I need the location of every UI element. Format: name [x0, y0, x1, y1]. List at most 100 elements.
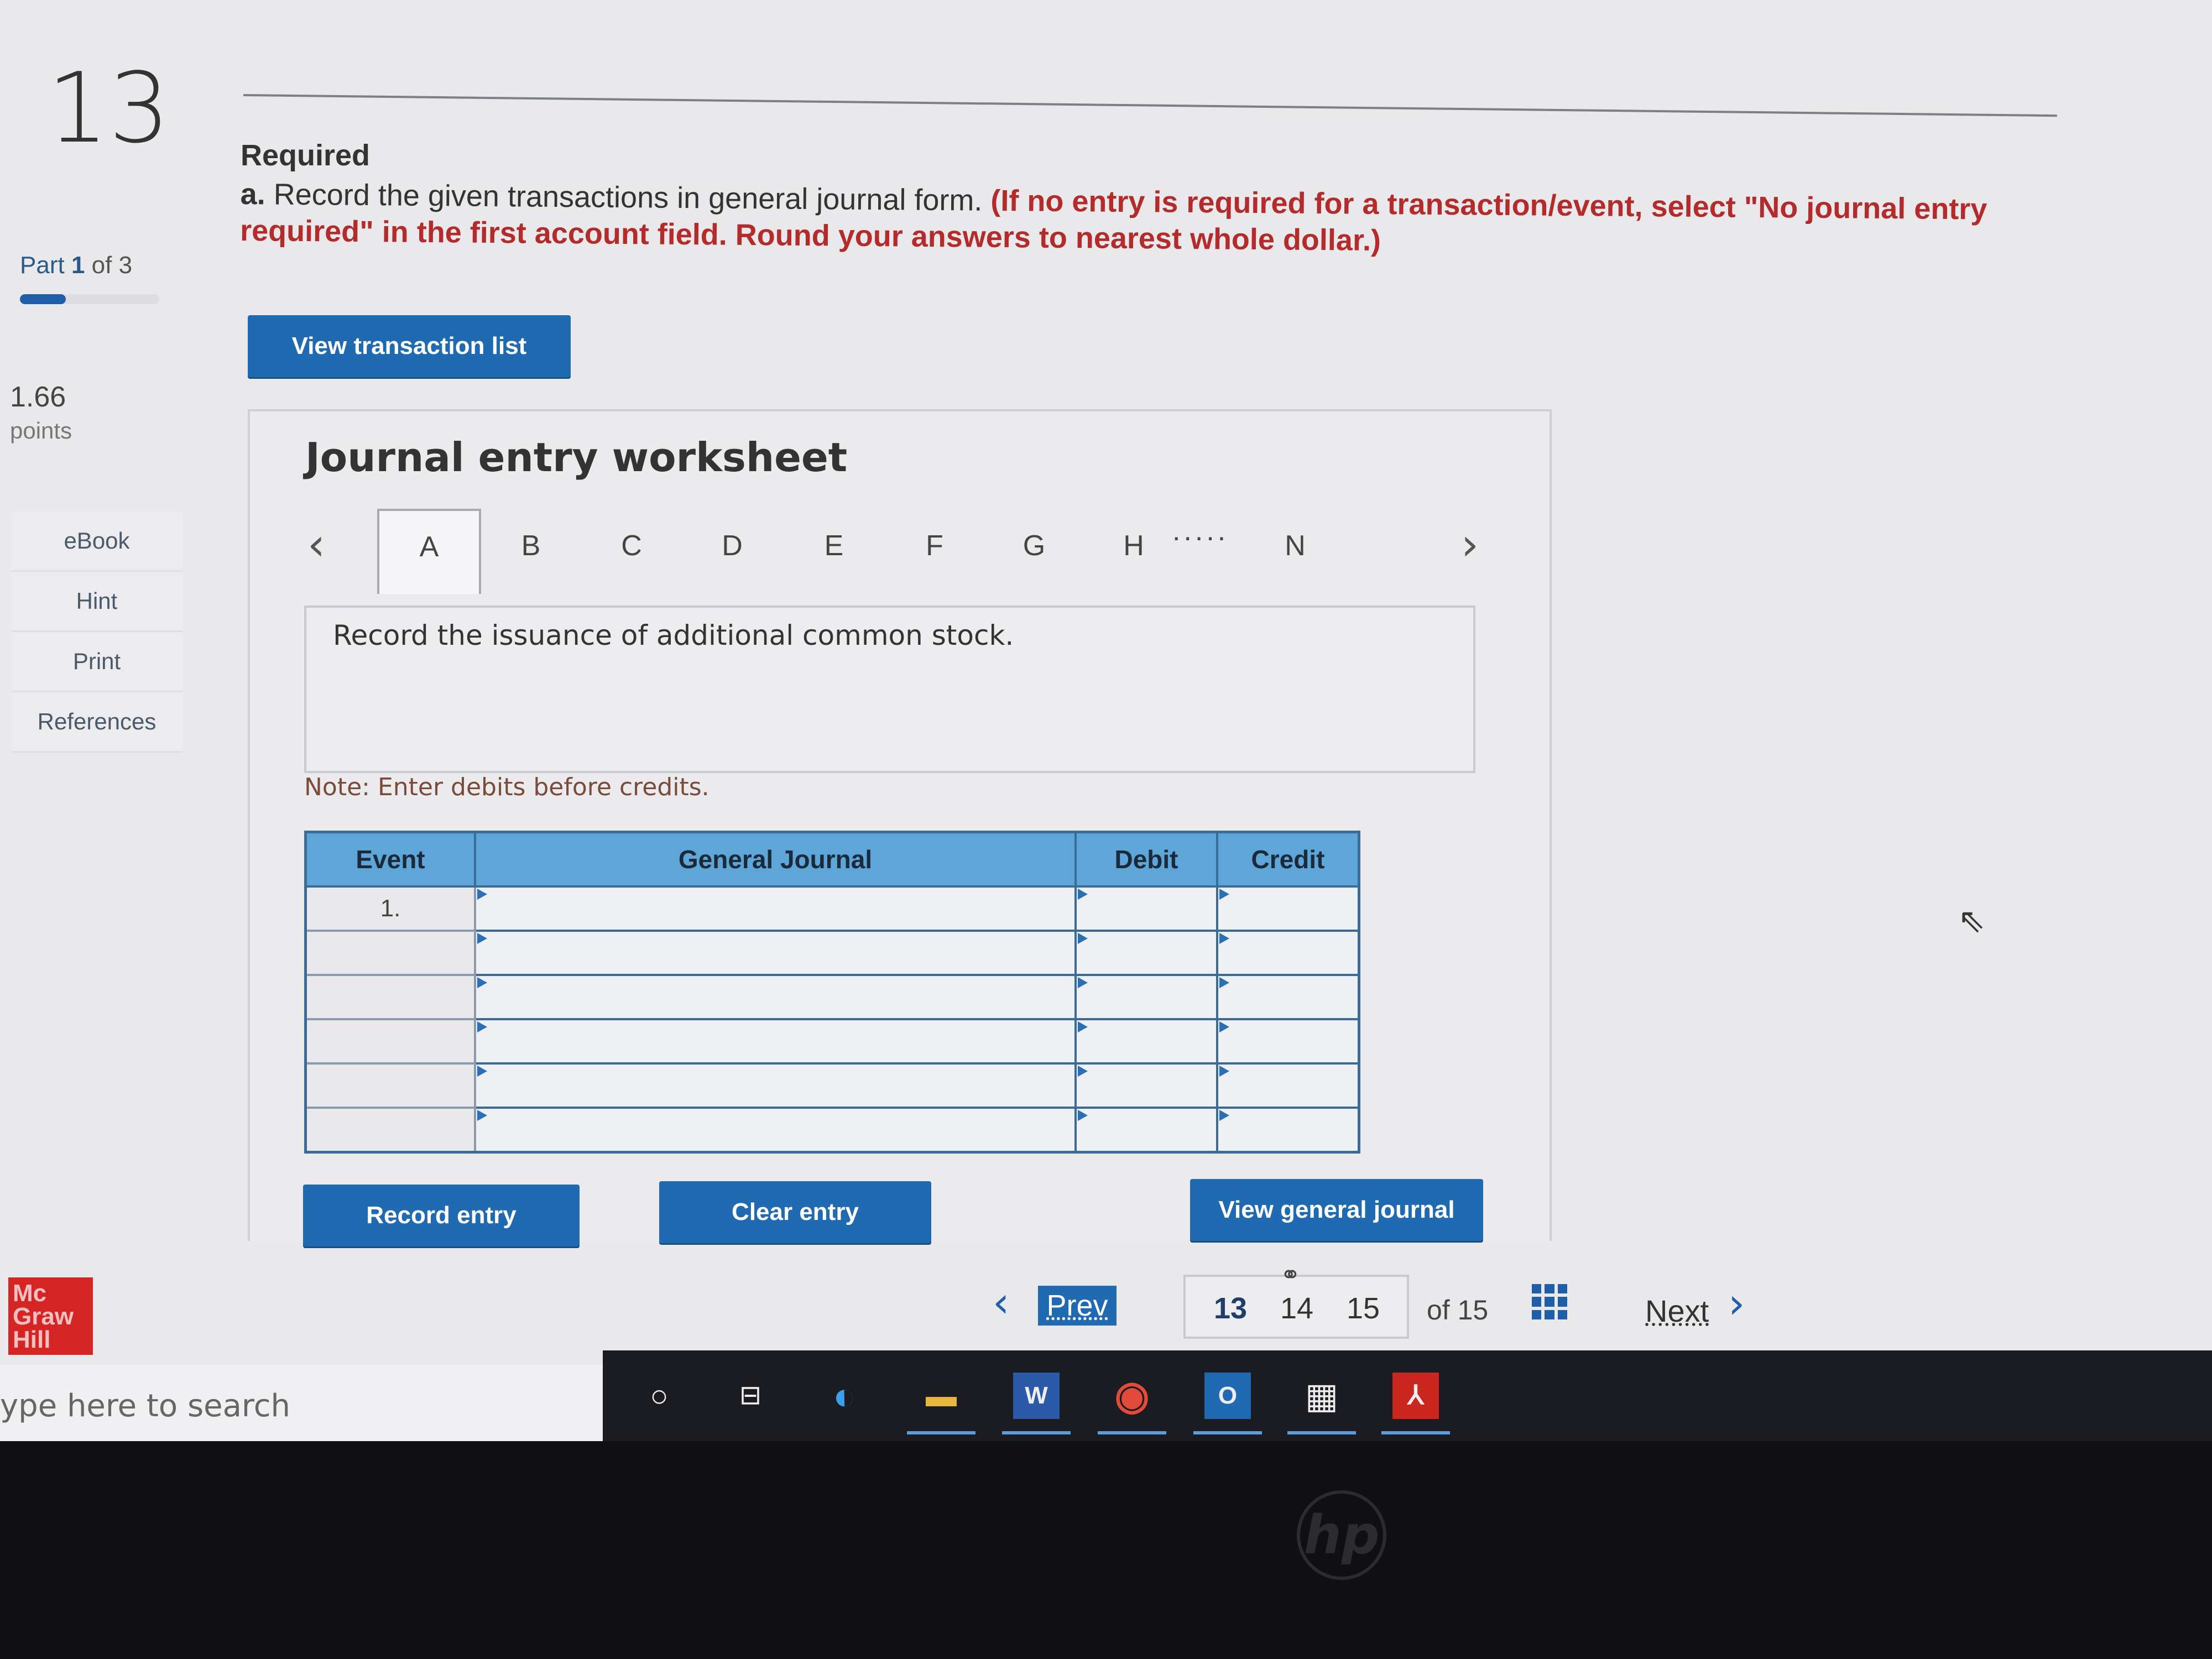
event-cell — [304, 1107, 476, 1154]
link-icon: ⚭ — [1280, 1261, 1301, 1288]
journal-table: Event General Journal Debit Credit 1. — [304, 831, 1360, 1154]
page-14[interactable]: 14 — [1280, 1291, 1313, 1326]
points-value: 1.66 — [10, 381, 66, 413]
mcgraw-hill-logo: Mc Graw Hill — [8, 1277, 93, 1355]
tab-n[interactable]: N — [1245, 510, 1345, 593]
debit-input[interactable] — [1074, 1018, 1218, 1065]
event-cell — [304, 974, 476, 1020]
record-entry-button[interactable]: Record entry — [303, 1185, 580, 1246]
table-row — [304, 1107, 1360, 1154]
tab-ellipsis: ..... — [1172, 515, 1229, 547]
edge-icon[interactable]: ◐ — [821, 1373, 868, 1419]
credit-input[interactable] — [1216, 1107, 1360, 1154]
tab-c[interactable]: C — [582, 510, 681, 593]
task-view-icon[interactable]: ⊟ — [727, 1373, 774, 1419]
instruction-text: a. Record the given transactions in gene… — [240, 176, 1999, 264]
references-link[interactable]: References — [11, 692, 182, 753]
account-dropdown[interactable] — [474, 1107, 1077, 1154]
tab-e[interactable]: E — [784, 510, 884, 593]
pagination: ‹ Prev ⚭ 13 14 15 of 15 Next › — [993, 1261, 1767, 1339]
table-row — [304, 930, 1360, 976]
table-row — [304, 1062, 1360, 1109]
acrobat-icon[interactable]: ⅄ — [1381, 1373, 1450, 1434]
chrome-icon[interactable]: ◉ — [1098, 1373, 1166, 1434]
clear-entry-button[interactable]: Clear entry — [659, 1181, 931, 1243]
part-progress-fill — [20, 294, 66, 304]
header-event: Event — [304, 831, 476, 888]
tab-prev-arrow-icon[interactable]: ‹ — [307, 519, 325, 570]
part-progress-bar — [20, 294, 159, 304]
credit-input[interactable] — [1216, 885, 1360, 932]
logo-line-3: Hill — [13, 1326, 51, 1353]
instruction-lead: a. — [240, 177, 266, 211]
transaction-description: Record the issuance of additional common… — [333, 619, 1014, 651]
view-general-journal-button[interactable]: View general journal — [1190, 1179, 1483, 1241]
event-cell — [304, 1018, 476, 1065]
tab-g[interactable]: G — [984, 510, 1084, 593]
credit-input[interactable] — [1216, 974, 1360, 1020]
cortana-icon[interactable]: ○ — [636, 1373, 682, 1419]
account-dropdown[interactable] — [474, 930, 1077, 976]
logo-line-1: Mc — [13, 1280, 47, 1307]
calculator-icon[interactable]: ▦ — [1287, 1373, 1356, 1434]
part-indicator: Part 1 of 3 — [20, 252, 132, 279]
prev-button[interactable]: Prev — [1038, 1286, 1117, 1326]
grid-view-icon[interactable] — [1532, 1284, 1567, 1319]
page-13[interactable]: 13 — [1214, 1291, 1247, 1326]
next-button[interactable]: Next — [1645, 1293, 1709, 1329]
tab-a[interactable]: A — [377, 509, 481, 594]
ebook-link[interactable]: eBook — [11, 512, 182, 572]
tab-d[interactable]: D — [682, 510, 782, 593]
hp-logo: hp — [1297, 1490, 1386, 1580]
header-general-journal: General Journal — [474, 831, 1077, 888]
journal-header-row: Event General Journal Debit Credit — [304, 831, 1360, 888]
question-number: 13 — [47, 53, 170, 165]
page-total: of 15 — [1427, 1295, 1489, 1326]
tab-h[interactable]: H — [1084, 510, 1183, 593]
header-divider — [243, 94, 2057, 117]
laptop-bezel — [0, 1441, 2212, 1659]
view-transaction-list-button[interactable]: View transaction list — [248, 315, 571, 377]
event-cell: 1. — [304, 885, 476, 932]
print-link[interactable]: Print — [11, 632, 182, 692]
page-15[interactable]: 15 — [1347, 1291, 1380, 1326]
account-dropdown[interactable] — [474, 885, 1077, 932]
taskbar: ○ ⊟ ◐ ▬ W ◉ O ▦ ⅄ — [603, 1350, 2212, 1441]
worksheet-title: Journal entry worksheet — [305, 434, 848, 481]
table-row — [304, 1018, 1360, 1065]
account-dropdown[interactable] — [474, 1062, 1077, 1109]
next-chevron-icon[interactable]: › — [1728, 1279, 1745, 1328]
entry-note: Note: Enter debits before credits. — [304, 773, 709, 801]
account-dropdown[interactable] — [474, 974, 1077, 1020]
account-dropdown[interactable] — [474, 1018, 1077, 1065]
file-explorer-icon[interactable]: ▬ — [907, 1373, 975, 1434]
credit-input[interactable] — [1216, 930, 1360, 976]
credit-input[interactable] — [1216, 1062, 1360, 1109]
worksheet-tabs: ‹ A B C D E F G H ..... N › — [305, 509, 1483, 597]
side-nav: eBook Hint Print References — [11, 512, 182, 753]
logo-line-2: Graw — [13, 1303, 74, 1330]
debit-input[interactable] — [1074, 885, 1218, 932]
instruction-body: Record the given transactions in general… — [273, 178, 983, 217]
table-row — [304, 974, 1360, 1020]
prev-chevron-icon[interactable]: ‹ — [993, 1277, 1009, 1327]
mouse-cursor-icon: ⇖ — [1958, 902, 1986, 939]
header-debit: Debit — [1074, 831, 1218, 888]
event-cell — [304, 930, 476, 976]
event-cell — [304, 1062, 476, 1109]
table-row: 1. — [304, 885, 1360, 932]
debit-input[interactable] — [1074, 974, 1218, 1020]
hint-link[interactable]: Hint — [11, 572, 182, 632]
part-total: of 3 — [91, 252, 133, 279]
required-heading: Required — [241, 139, 371, 172]
tab-f[interactable]: F — [885, 510, 984, 593]
debit-input[interactable] — [1074, 1062, 1218, 1109]
word-icon[interactable]: W — [1002, 1373, 1071, 1434]
tab-next-arrow-icon[interactable]: › — [1461, 519, 1479, 570]
outlook-icon[interactable]: O — [1193, 1373, 1262, 1434]
debit-input[interactable] — [1074, 930, 1218, 976]
credit-input[interactable] — [1216, 1018, 1360, 1065]
taskbar-search-placeholder: ype here to search — [0, 1388, 290, 1424]
debit-input[interactable] — [1074, 1107, 1218, 1154]
tab-b[interactable]: B — [481, 510, 581, 593]
